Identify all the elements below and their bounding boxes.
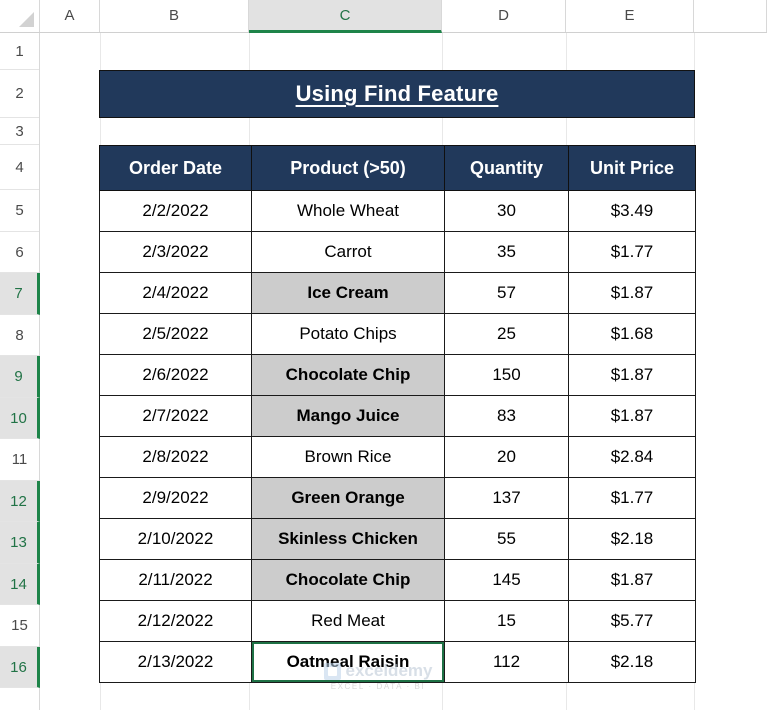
cell-quantity[interactable]: 137 <box>444 477 569 519</box>
cell-unit-price[interactable]: $2.84 <box>568 436 696 478</box>
row-header-16[interactable]: 16 <box>0 647 40 688</box>
cell-order-date[interactable]: 2/5/2022 <box>99 313 252 355</box>
cell-product[interactable]: Oatmeal Raisin <box>251 641 445 683</box>
order-data-table: Order Date Product (>50) Quantity Unit P… <box>99 145 696 683</box>
cell-order-date[interactable]: 2/13/2022 <box>99 641 252 683</box>
row-header-4[interactable]: 4 <box>0 145 39 190</box>
cell-order-date[interactable]: 2/8/2022 <box>99 436 252 478</box>
table-row: 2/4/2022 Ice Cream 57 $1.87 <box>99 272 696 314</box>
table-row: 2/9/2022 Green Orange 137 $1.77 <box>99 477 696 519</box>
row-header-7[interactable]: 7 <box>0 273 40 315</box>
table-row: 2/2/2022 Whole Wheat 30 $3.49 <box>99 190 696 232</box>
page-title: Using Find Feature <box>295 81 499 106</box>
cell-product[interactable]: Potato Chips <box>251 313 445 355</box>
select-all-corner[interactable] <box>0 0 40 32</box>
cell-quantity[interactable]: 35 <box>444 231 569 273</box>
spreadsheet-canvas: ABCDE 1 2 3 4 5 6 7 8 9 10 11 12 13 14 15 16 Using Find… <box>0 0 767 710</box>
cell-product[interactable]: Brown Rice <box>251 436 445 478</box>
row-header-3[interactable]: 3 <box>0 118 39 145</box>
cell-quantity[interactable]: 83 <box>444 395 569 437</box>
cell-product[interactable]: Chocolate Chip <box>251 354 445 396</box>
cell-product[interactable]: Chocolate Chip <box>251 559 445 601</box>
cell-order-date[interactable]: 2/2/2022 <box>99 190 252 232</box>
cell-quantity[interactable]: 145 <box>444 559 569 601</box>
cell-quantity[interactable]: 57 <box>444 272 569 314</box>
watermark-tagline: EXCEL · DATA · BI <box>330 682 426 691</box>
table-row: 2/11/2022 Chocolate Chip 145 $1.87 <box>99 559 696 601</box>
table-row: 2/13/2022 Oatmeal Raisin 112 $2.18 <box>99 641 696 683</box>
cell-order-date[interactable]: 2/9/2022 <box>99 477 252 519</box>
row-header-12[interactable]: 12 <box>0 481 40 522</box>
table-row: 2/7/2022 Mango Juice 83 $1.87 <box>99 395 696 437</box>
cell-unit-price[interactable]: $1.77 <box>568 477 696 519</box>
row-header-strip: 1 2 3 4 5 6 7 8 9 10 11 12 13 14 15 16 <box>0 33 40 710</box>
cell-quantity[interactable]: 20 <box>444 436 569 478</box>
cell-unit-price[interactable]: $5.77 <box>568 600 696 642</box>
cell-quantity[interactable]: 15 <box>444 600 569 642</box>
column-header-blank[interactable] <box>694 0 767 32</box>
row-header-13[interactable]: 13 <box>0 522 40 564</box>
cell-quantity[interactable]: 150 <box>444 354 569 396</box>
column-header-c[interactable]: C <box>249 0 442 33</box>
cell-order-date[interactable]: 2/7/2022 <box>99 395 252 437</box>
cell-product[interactable]: Green Orange <box>251 477 445 519</box>
column-header-order-date: Order Date <box>99 145 252 191</box>
cell-order-date[interactable]: 2/6/2022 <box>99 354 252 396</box>
row-header-2[interactable]: 2 <box>0 70 39 118</box>
cell-order-date[interactable]: 2/4/2022 <box>99 272 252 314</box>
cell-unit-price[interactable]: $1.87 <box>568 272 696 314</box>
cell-product[interactable]: Whole Wheat <box>251 190 445 232</box>
column-header-strip: ABCDE <box>0 0 767 33</box>
cell-product[interactable]: Ice Cream <box>251 272 445 314</box>
row-header-5[interactable]: 5 <box>0 190 39 232</box>
cell-product[interactable]: Carrot <box>251 231 445 273</box>
cell-product[interactable]: Skinless Chicken <box>251 518 445 560</box>
column-header-e[interactable]: E <box>566 0 694 32</box>
cell-order-date[interactable]: 2/11/2022 <box>99 559 252 601</box>
cell-unit-price[interactable]: $1.77 <box>568 231 696 273</box>
table-body: 2/2/2022 Whole Wheat 30 $3.49 2/3/2022 Carrot… <box>99 190 696 683</box>
cell-quantity[interactable]: 112 <box>444 641 569 683</box>
table-header-row: Order Date Product (>50) Quantity Unit P… <box>99 145 696 191</box>
cell-product[interactable]: Mango Juice <box>251 395 445 437</box>
cell-product[interactable]: Red Meat <box>251 600 445 642</box>
cell-order-date[interactable]: 2/3/2022 <box>99 231 252 273</box>
column-header-b[interactable]: B <box>100 0 249 32</box>
cell-quantity[interactable]: 55 <box>444 518 569 560</box>
table-row: 2/5/2022 Potato Chips 25 $1.68 <box>99 313 696 355</box>
sheet-title-banner: Using Find Feature <box>99 70 695 118</box>
column-header-d[interactable]: D <box>442 0 566 32</box>
row-header-9[interactable]: 9 <box>0 356 40 398</box>
row-header-10[interactable]: 10 <box>0 398 40 439</box>
column-header-quantity: Quantity <box>444 145 569 191</box>
cell-quantity[interactable]: 25 <box>444 313 569 355</box>
row-header-8[interactable]: 8 <box>0 315 39 356</box>
row-header-6[interactable]: 6 <box>0 232 39 273</box>
table-row: 2/6/2022 Chocolate Chip 150 $1.87 <box>99 354 696 396</box>
table-row: 2/8/2022 Brown Rice 20 $2.84 <box>99 436 696 478</box>
row-header-14[interactable]: 14 <box>0 564 40 605</box>
cell-unit-price[interactable]: $2.18 <box>568 641 696 683</box>
row-header-11[interactable]: 11 <box>0 439 39 481</box>
column-header-product: Product (>50) <box>251 145 445 191</box>
cell-unit-price[interactable]: $3.49 <box>568 190 696 232</box>
row-header-1[interactable]: 1 <box>0 33 39 70</box>
column-header-a[interactable]: A <box>40 0 100 32</box>
row-header-15[interactable]: 15 <box>0 605 39 647</box>
table-row: 2/12/2022 Red Meat 15 $5.77 <box>99 600 696 642</box>
column-header-unit-price: Unit Price <box>568 145 696 191</box>
cell-unit-price[interactable]: $1.87 <box>568 395 696 437</box>
table-row: 2/3/2022 Carrot 35 $1.77 <box>99 231 696 273</box>
cell-order-date[interactable]: 2/10/2022 <box>99 518 252 560</box>
cell-unit-price[interactable]: $2.18 <box>568 518 696 560</box>
table-row: 2/10/2022 Skinless Chicken 55 $2.18 <box>99 518 696 560</box>
cell-unit-price[interactable]: $1.87 <box>568 354 696 396</box>
select-all-triangle-icon <box>19 12 34 27</box>
cell-order-date[interactable]: 2/12/2022 <box>99 600 252 642</box>
cell-quantity[interactable]: 30 <box>444 190 569 232</box>
cell-unit-price[interactable]: $1.68 <box>568 313 696 355</box>
cell-unit-price[interactable]: $1.87 <box>568 559 696 601</box>
